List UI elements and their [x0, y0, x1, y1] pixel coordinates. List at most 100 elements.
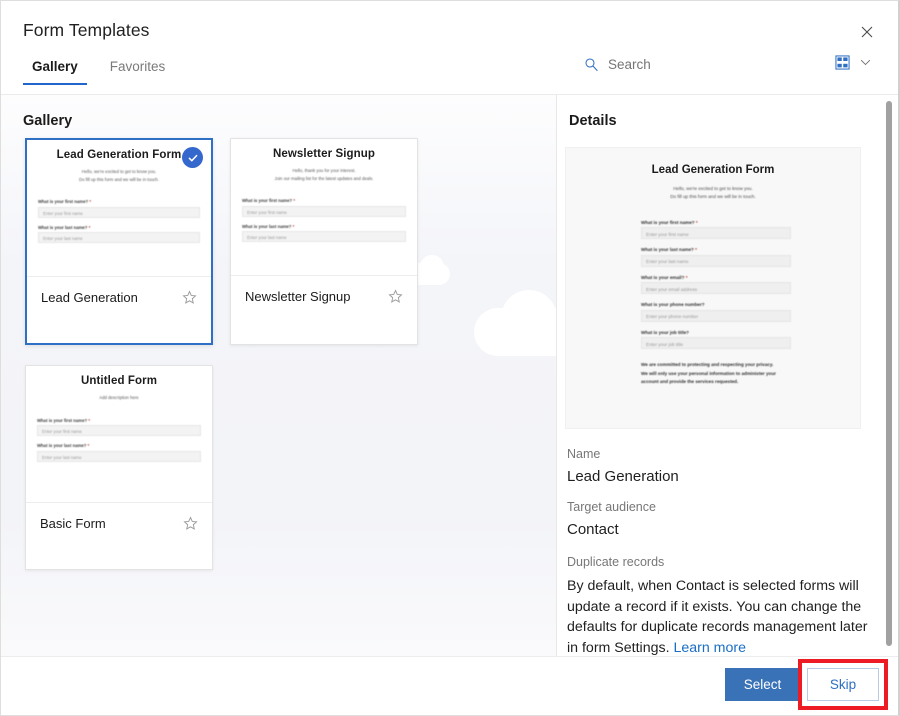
search-box[interactable]	[584, 57, 748, 72]
thumbnail-field-input: Enter your last name	[37, 451, 201, 462]
thumbnail-field-input: Enter your first name	[38, 207, 200, 218]
label-text: What is your last name?	[242, 224, 291, 229]
thumbnail-subtitle: Add description here	[37, 394, 201, 402]
learn-more-link[interactable]: Learn more	[673, 640, 746, 656]
preview-field-input: Enter your email address	[641, 282, 791, 294]
card-footer: Basic Form	[26, 503, 212, 569]
tab-gallery[interactable]: Gallery	[23, 59, 87, 85]
preview-field-input: Enter your job title	[641, 337, 791, 349]
search-icon	[584, 57, 599, 72]
template-card-lead-generation[interactable]: Lead Generation Form Hello, we're excite…	[25, 138, 213, 345]
preview-privacy-note: We are committed to protecting and respe…	[641, 361, 791, 386]
details-heading: Details	[569, 113, 617, 129]
thumbnail-field: What is your last name? * Enter your las…	[38, 225, 200, 244]
thumbnail-field-label: What is your last name? *	[242, 224, 406, 229]
dialog-footer: Select Skip	[1, 656, 898, 714]
preview-field-input: Enter your phone number	[641, 310, 791, 322]
detail-duplicate-label: Duplicate records	[567, 555, 872, 569]
privacy-line2: We will only use your personal informati…	[641, 370, 791, 378]
preview-subtitle-line1: Hello, we're excited to get to know you.	[566, 185, 860, 193]
thumbnail-field: What is your first name? * Enter your fi…	[242, 198, 406, 217]
thumbnail-field-label: What is your last name? *	[37, 443, 201, 448]
card-title: Newsletter Signup	[245, 289, 351, 304]
preview-field-label: What is your job title?	[641, 330, 791, 335]
thumbnail-subtitle-line2: Do fill up this form and we will be in t…	[38, 176, 200, 184]
required-marker: *	[686, 275, 688, 280]
command-bar: Gallery Favorites	[1, 59, 898, 95]
label-text: What is your last name?	[641, 247, 694, 252]
tab-favorites[interactable]: Favorites	[101, 59, 175, 85]
preview-field-label: What is your first name? *	[641, 220, 791, 225]
detail-duplicate-text: By default, when Contact is selected for…	[567, 576, 872, 656]
view-toggle[interactable]	[835, 55, 872, 70]
thumbnail-subtitle-line1: Hello, we're excited to get to know you.	[38, 168, 200, 176]
grid-view-icon	[835, 55, 850, 70]
favorite-star-icon[interactable]	[388, 289, 403, 304]
template-thumbnail: Untitled Form Add description here What …	[26, 366, 212, 503]
preview-title: Lead Generation Form	[566, 164, 860, 176]
thumbnail-field-label: What is your first name? *	[242, 198, 406, 203]
preview-field-input: Enter your first name	[641, 227, 791, 239]
template-card-newsletter-signup[interactable]: Newsletter Signup Hello, thank you for y…	[230, 138, 418, 345]
dialog-body: Gallery Lead Generation Form Hello, we'r…	[1, 95, 898, 656]
template-thumbnail: Lead Generation Form Hello, we're excite…	[27, 140, 211, 277]
detail-field-duplicate-records: Duplicate records By default, when Conta…	[567, 555, 872, 656]
required-marker: *	[293, 224, 295, 229]
detail-name-label: Name	[567, 447, 867, 461]
gallery-pane: Gallery Lead Generation Form Hello, we'r…	[1, 95, 557, 656]
required-marker: *	[88, 418, 90, 423]
template-card-basic-form[interactable]: Untitled Form Add description here What …	[25, 365, 213, 570]
thumbnail-field: What is your first name? * Enter your fi…	[37, 418, 201, 437]
label-text: What is your first name?	[37, 418, 87, 423]
thumbnail-subtitle-line1: Hello, thank you for your interest.	[242, 167, 406, 175]
privacy-line3: account and provide the services request…	[641, 378, 791, 386]
details-scrollbar[interactable]	[886, 101, 892, 646]
preview-field-label: What is your email? *	[641, 275, 791, 280]
detail-audience-value: Contact	[567, 521, 867, 538]
thumbnail-field-label: What is your last name? *	[38, 225, 200, 230]
label-text: What is your last name?	[38, 225, 87, 230]
template-card-grid: Lead Generation Form Hello, we're excite…	[25, 138, 445, 570]
chevron-down-icon	[859, 56, 872, 69]
favorite-star-icon[interactable]	[183, 516, 198, 531]
thumbnail-field-label: What is your first name? *	[38, 199, 200, 204]
detail-field-target-audience: Target audience Contact	[567, 500, 867, 538]
search-input[interactable]	[608, 57, 748, 72]
preview-subtitle: Hello, we're excited to get to know you.…	[566, 185, 860, 202]
label-text: What is your last name?	[37, 443, 86, 448]
card-title: Lead Generation	[41, 290, 138, 305]
preview-field-input: Enter your last name	[641, 255, 791, 267]
preview-field-first-name: What is your first name? * Enter your fi…	[641, 220, 791, 240]
required-marker: *	[88, 443, 90, 448]
preview-field-last-name: What is your last name? * Enter your las…	[641, 247, 791, 267]
tab-list: Gallery Favorites	[23, 59, 188, 85]
close-glyph	[861, 26, 873, 38]
check-glyph	[187, 152, 199, 164]
tab-favorites-label: Favorites	[110, 59, 166, 74]
card-title: Basic Form	[40, 516, 106, 531]
thumbnail-field-input: Enter your last name	[242, 231, 406, 242]
select-button[interactable]: Select	[725, 668, 800, 701]
label-text: What is your email?	[641, 275, 684, 280]
label-text: What is your first name?	[641, 220, 695, 225]
detail-field-name: Name Lead Generation	[567, 447, 867, 485]
cloud-decoration	[501, 290, 557, 346]
dialog-header: Form Templates	[1, 1, 898, 59]
template-thumbnail: Newsletter Signup Hello, thank you for y…	[231, 139, 417, 276]
favorite-star-icon[interactable]	[182, 290, 197, 305]
selected-check-icon	[182, 147, 203, 168]
preview-field-phone: What is your phone number? Enter your ph…	[641, 302, 791, 322]
required-marker: *	[696, 220, 698, 225]
tab-gallery-label: Gallery	[32, 59, 78, 74]
thumbnail-title: Untitled Form	[37, 375, 201, 387]
skip-button[interactable]: Skip	[807, 668, 879, 701]
page-title: Form Templates	[23, 20, 150, 41]
preview-fields: What is your first name? * Enter your fi…	[566, 220, 860, 387]
thumbnail-field: What is your last name? * Enter your las…	[242, 224, 406, 243]
required-marker: *	[695, 247, 697, 252]
thumbnail-title: Newsletter Signup	[242, 148, 406, 160]
preview-field-job-title: What is your job title? Enter your job t…	[641, 330, 791, 350]
thumbnail-field-label: What is your first name? *	[37, 418, 201, 423]
close-icon[interactable]	[850, 15, 884, 49]
preview-field-email: What is your email? * Enter your email a…	[641, 275, 791, 295]
